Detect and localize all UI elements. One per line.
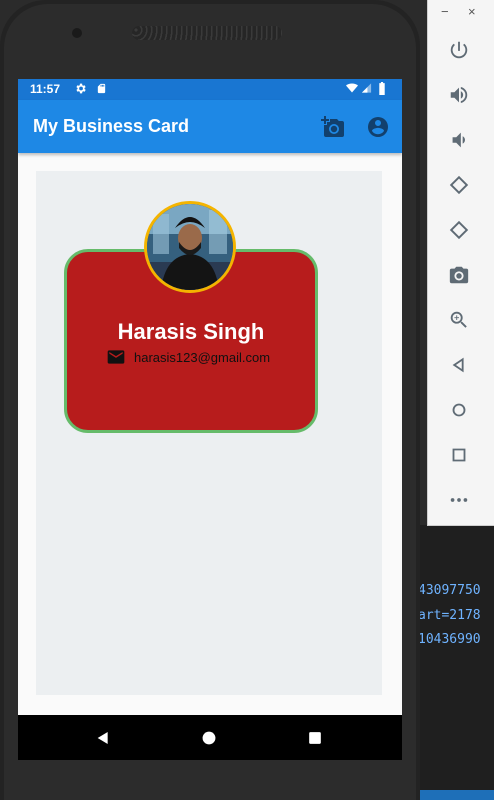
navigation-bar bbox=[18, 715, 402, 760]
add-a-photo-icon bbox=[321, 116, 344, 137]
home-circle-icon bbox=[452, 403, 466, 417]
console-line: 43097750 bbox=[418, 583, 481, 598]
avatar-photo bbox=[147, 204, 233, 290]
back-icon bbox=[97, 732, 108, 744]
nav-home-button[interactable] bbox=[198, 727, 220, 749]
minimize-button[interactable]: − bbox=[441, 4, 449, 19]
mail-icon bbox=[107, 350, 125, 364]
wifi-icon bbox=[345, 82, 359, 97]
console-line: art=2178 bbox=[418, 608, 481, 623]
power-button[interactable] bbox=[444, 35, 474, 65]
phone-frame: 11:57 My Business Card Harasis Singh har… bbox=[0, 0, 420, 800]
speaker-grille bbox=[132, 26, 282, 40]
more-button[interactable] bbox=[444, 485, 474, 515]
nav-back-button[interactable] bbox=[92, 727, 114, 749]
add-photo-button[interactable] bbox=[319, 113, 347, 141]
recents-icon bbox=[309, 732, 321, 744]
signal-icon bbox=[361, 82, 372, 97]
rotate-left-button[interactable] bbox=[444, 170, 474, 200]
volume-up-icon bbox=[450, 86, 468, 104]
volume-up-button[interactable] bbox=[444, 80, 474, 110]
power-icon bbox=[450, 41, 468, 59]
more-dots-icon bbox=[450, 498, 468, 502]
profile-button[interactable] bbox=[364, 113, 392, 141]
email-text: harasis123@gmail.com bbox=[134, 349, 271, 365]
ide-status-bar bbox=[420, 790, 494, 800]
app-title: My Business Card bbox=[33, 116, 190, 136]
status-time: 11:57 bbox=[30, 82, 61, 96]
email-row: harasis123@gmail.com bbox=[106, 347, 270, 367]
account-circle-icon bbox=[368, 117, 388, 137]
volume-down-icon bbox=[452, 132, 465, 148]
overview-button[interactable] bbox=[444, 440, 474, 470]
front-camera bbox=[72, 28, 82, 38]
ide-background bbox=[420, 525, 494, 800]
close-button[interactable]: × bbox=[468, 4, 476, 19]
avatar bbox=[144, 201, 236, 293]
sd-card-icon bbox=[96, 82, 107, 98]
emulator-toolbar: − × bbox=[427, 0, 494, 526]
volume-down-button[interactable] bbox=[444, 125, 474, 155]
console-line: 10436990 bbox=[418, 632, 481, 647]
app-bar: My Business Card bbox=[18, 100, 402, 153]
back-triangle-icon bbox=[452, 357, 464, 373]
screenshot-button[interactable] bbox=[444, 260, 474, 290]
nav-recents-button[interactable] bbox=[304, 727, 326, 749]
home-button[interactable] bbox=[444, 395, 474, 425]
settings-gear-icon bbox=[74, 82, 87, 98]
zoom-button[interactable] bbox=[444, 305, 474, 335]
status-bar: 11:57 bbox=[18, 79, 402, 100]
zoom-in-icon bbox=[450, 311, 467, 328]
battery-icon bbox=[378, 82, 386, 98]
camera-icon bbox=[449, 266, 469, 284]
home-icon bbox=[202, 731, 216, 745]
rotate-left-icon bbox=[449, 175, 469, 195]
back-button[interactable] bbox=[444, 350, 474, 380]
phone-screen: 11:57 My Business Card Harasis Singh har… bbox=[18, 79, 402, 760]
overview-square-icon bbox=[452, 448, 466, 462]
rotate-right-button[interactable] bbox=[444, 215, 474, 245]
person-name: Harasis Singh bbox=[117, 319, 265, 344]
rotate-right-icon bbox=[449, 220, 469, 240]
